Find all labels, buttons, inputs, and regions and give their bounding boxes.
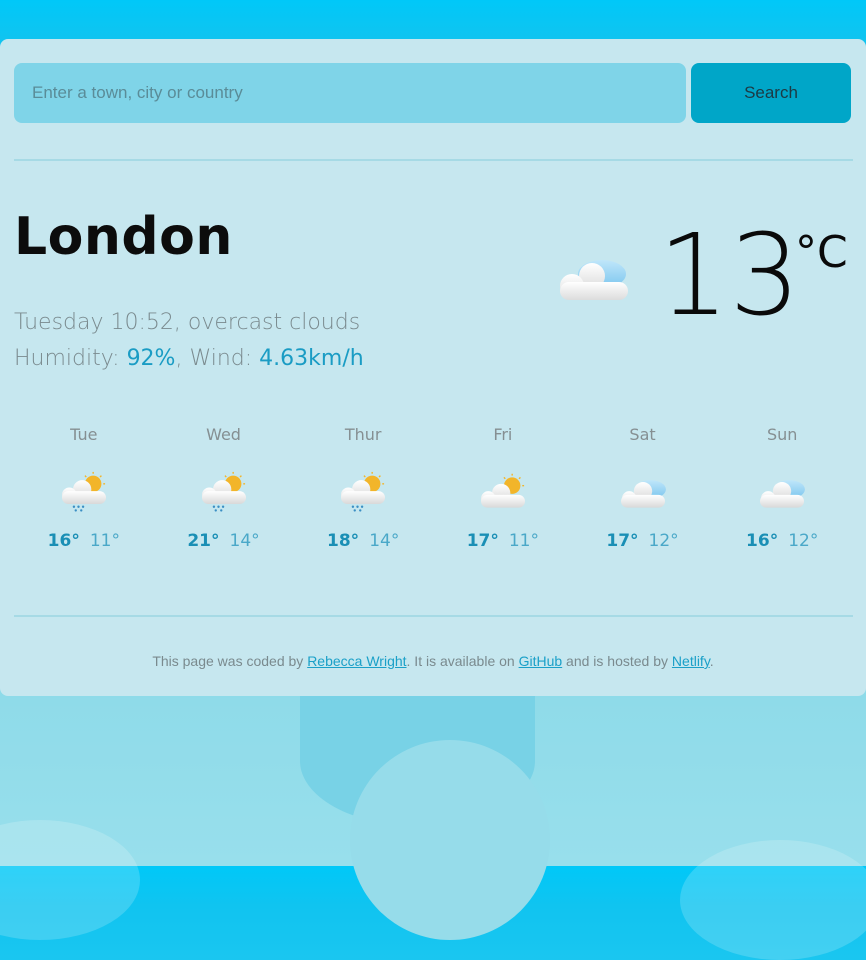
sun-cloud-rain-icon [341,471,386,512]
forecast-min-temp: 11° [89,531,120,551]
day-time: Tuesday 10:52 [14,310,174,335]
forecast-max-temp: 16° [746,531,779,551]
humidity-wind: Humidity: 92%, Wind: 4.63km/h [14,346,364,371]
footer-text: . It is available on [406,653,519,669]
forecast-min-temp: 14° [229,531,260,551]
forecast-min-temp: 11° [508,531,539,551]
current-details: Tuesday 10:52, overcast clouds Humidity:… [14,305,364,377]
overcast-clouds-icon [560,260,628,300]
search-input[interactable] [14,63,686,123]
forecast-day-name: Wed [206,425,241,444]
weather-card: Search London Tuesday 10:52, overcast cl… [0,39,866,696]
forecast-day-name: Sat [629,425,656,444]
sun-cloud-rain-icon [61,471,106,512]
sun-cloud-icon [480,473,525,508]
footer: This page was coded by Rebecca Wright. I… [0,653,866,669]
forecast-temps: 17° 12° [573,531,713,551]
wind-value: 4.63km/h [259,346,364,371]
forecast-max-temp: 17° [466,531,499,551]
forecast-day: Thur 18° 14° [293,423,433,573]
author-link[interactable]: Rebecca Wright [307,653,406,669]
forecast-day: Tue 16° 11° [14,423,154,573]
forecast-max-temp: 17° [606,531,639,551]
search-form: Search [14,63,851,123]
footer-text: . [709,653,714,669]
forecast-day: Sat 17° 12° [573,423,713,573]
forecast-max-temp: 16° [47,531,80,551]
overcast-clouds-icon [620,480,666,508]
forecast-temps: 21° 14° [154,531,294,551]
humidity-label: Humidity: [14,346,127,371]
divider [14,159,853,161]
footer-text: and is hosted by [562,653,672,669]
overcast-clouds-icon [760,480,806,508]
background-cloud [350,740,550,940]
forecast-min-temp: 14° [369,531,400,551]
search-button[interactable]: Search [691,63,851,123]
forecast-day-name: Fri [493,425,513,444]
humidity-value: 92% [126,346,176,371]
sun-cloud-rain-icon [201,471,246,512]
github-link[interactable]: GitHub [519,653,563,669]
wind-label: Wind: [189,346,260,371]
forecast-max-temp: 21° [187,531,220,551]
netlify-link[interactable]: Netlify [672,653,710,669]
background-cloud [680,840,866,960]
forecast-day-name: Sun [766,425,798,444]
city-name: London [14,207,233,267]
forecast-min-temp: 12° [788,531,819,551]
forecast-temps: 18° 14° [293,531,433,551]
forecast-day: Wed 21° 14° [154,423,294,573]
date-description: Tuesday 10:52, overcast clouds [14,310,361,335]
forecast-temps: 16° 11° [14,531,154,551]
background-cloud [0,820,140,940]
forecast-day-name: Tue [70,425,98,444]
temperature-unit[interactable]: °C [795,227,848,278]
weather-description: overcast clouds [187,310,361,335]
forecast-min-temp: 12° [648,531,679,551]
forecast-max-temp: 18° [327,531,360,551]
current-temperature: 13 [658,211,801,341]
forecast-temps: 17° 11° [433,531,573,551]
forecast-day-name: Thur [344,425,382,444]
forecast: Tue 16° 11° Wed 21° 14° Thur 18° 14° Fri 17° 11° Sat… [14,423,852,573]
footer-text: This page was coded by [152,653,308,669]
divider [14,615,853,617]
forecast-temps: 16° 12° [712,531,852,551]
forecast-day: Sun 16° 12° [712,423,852,573]
forecast-day: Fri 17° 11° [433,423,573,573]
